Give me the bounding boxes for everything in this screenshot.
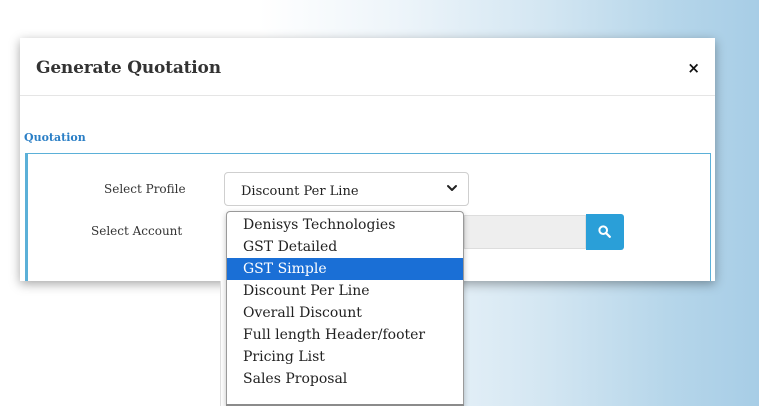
account-input[interactable] (464, 215, 586, 249)
select-profile-label: Select Profile (104, 182, 186, 196)
dropdown-option[interactable]: Full length Header/footer (227, 324, 463, 346)
dropdown-option[interactable]: Discount Per Line (227, 280, 463, 302)
dropdown-option[interactable]: Pricing List (227, 346, 463, 368)
modal-header: Generate Quotation × (20, 38, 715, 96)
section-title-quotation: Quotation (24, 131, 86, 144)
dropdown-option[interactable]: Denisys Technologies (227, 214, 463, 236)
close-icon[interactable]: × (687, 59, 700, 77)
search-button[interactable] (586, 214, 624, 250)
modal-title: Generate Quotation (36, 58, 221, 78)
dropdown-option-highlighted[interactable]: GST Simple (227, 258, 463, 280)
chevron-down-icon (447, 185, 457, 191)
select-account-label: Select Account (91, 224, 183, 238)
dropdown-option[interactable]: GST Detailed (227, 236, 463, 258)
dropdown-option[interactable]: Overall Discount (227, 302, 463, 324)
search-icon (598, 225, 611, 238)
dropdown-option[interactable]: Sales Proposal (227, 368, 463, 390)
profile-select-value: Discount Per Line (241, 184, 359, 199)
profile-select[interactable]: Discount Per Line (224, 172, 469, 206)
profile-dropdown-list: Denisys Technologies GST Detailed GST Si… (226, 211, 464, 406)
